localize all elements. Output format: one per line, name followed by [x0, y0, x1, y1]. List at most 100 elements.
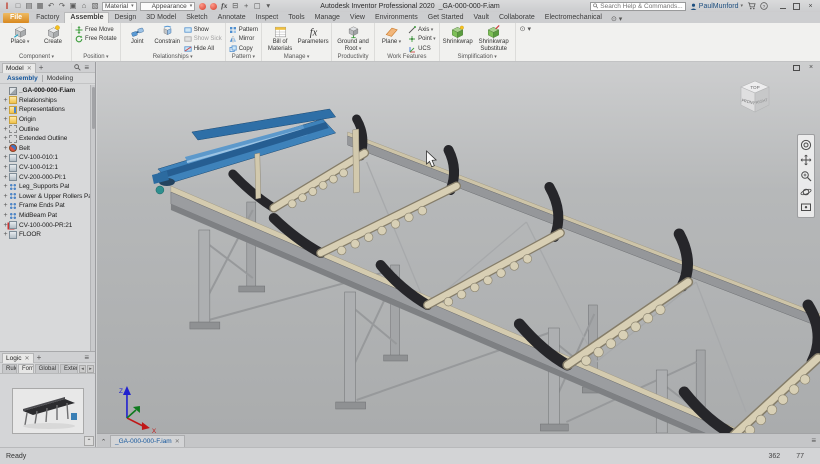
view-tab-modeling[interactable]: Modeling — [41, 74, 77, 82]
add-command-icon[interactable]: + — [242, 1, 250, 11]
browser-scrollbar[interactable] — [90, 85, 95, 351]
tree-item-cv-200-000-pi[interactable]: CV-200-000-PI:1 — [2, 172, 95, 182]
show-button[interactable]: Show — [184, 25, 222, 35]
tab-sketch[interactable]: Sketch — [181, 13, 212, 23]
undo-icon[interactable]: ↶ — [47, 1, 55, 11]
tree-item-cv-100-010[interactable]: CV-100-010:1 — [2, 153, 95, 163]
create-button[interactable]: Create — [38, 24, 68, 46]
ucs-button[interactable]: UCS — [408, 44, 436, 54]
group-label-simplification[interactable]: Simplification — [443, 54, 512, 61]
place-button[interactable]: Place — [5, 24, 35, 46]
expand-icon[interactable] — [2, 106, 9, 113]
expand-icon[interactable] — [2, 193, 9, 200]
expand-icon[interactable] — [2, 126, 9, 133]
tree-root-assembly[interactable]: _GA-000-000-F.iam — [2, 86, 95, 96]
tab-get-started[interactable]: Get Started — [423, 13, 469, 23]
form-thumbnail[interactable] — [11, 387, 84, 434]
expand-icon[interactable] — [2, 183, 9, 190]
tab-environments[interactable]: Environments — [370, 13, 423, 23]
doc-restore-icon[interactable] — [791, 63, 801, 72]
doctab-menu-icon[interactable]: ≡ — [811, 436, 820, 447]
pan-icon[interactable] — [800, 154, 812, 166]
document-tab-active[interactable]: _GA-000-000-F.iam ✕ — [110, 435, 185, 447]
tab-file[interactable]: File — [3, 13, 30, 23]
ground-and-root-button[interactable]: Ground and Root — [335, 24, 371, 52]
material-dropdown[interactable]: Material ▾ — [102, 1, 137, 11]
tab-forms[interactable]: Forms — [17, 364, 34, 373]
tab-inspect[interactable]: Inspect — [251, 13, 284, 23]
view-cube[interactable]: TOP FRONT RIGHT — [732, 76, 778, 120]
adjust-appearance-icon[interactable] — [209, 1, 217, 11]
show-sick-button[interactable]: Show Sick — [184, 35, 222, 45]
close-panel-icon[interactable]: ✕ — [27, 65, 32, 72]
browser-search-icon[interactable] — [74, 63, 81, 71]
navigation-wheel-icon[interactable] — [800, 139, 812, 151]
viewport-canvas[interactable]: Z X × TOP FRONT RIGHT — [97, 62, 820, 433]
collapse-panel-icon[interactable]: ⌃ — [84, 436, 94, 446]
home-view-icon[interactable]: ⌂ — [80, 1, 88, 11]
expand-icon[interactable] — [2, 164, 9, 171]
parameters-button[interactable]: fx Parameters — [298, 24, 329, 46]
render-icon[interactable]: ▣ — [69, 1, 77, 11]
tab-tools[interactable]: Tools — [283, 13, 309, 23]
tab-external[interactable]: External — [60, 364, 78, 373]
tree-item-midbeam-pat[interactable]: MidBeam Pat — [2, 211, 95, 221]
tab-rules[interactable]: Rules — [2, 364, 17, 373]
expand-icon[interactable] — [2, 135, 9, 142]
model-panel-tab[interactable]: Model ✕ — [2, 62, 36, 73]
expand-icon[interactable] — [2, 212, 9, 219]
tab-vault[interactable]: Vault — [469, 13, 494, 23]
search-input[interactable] — [600, 2, 683, 10]
minimize-button[interactable] — [776, 1, 789, 11]
doc-close-icon[interactable]: × — [806, 63, 816, 72]
save-icon[interactable]: ▦ — [36, 1, 44, 11]
logic-menu-icon[interactable]: ≡ — [84, 353, 89, 361]
expand-icon[interactable] — [2, 222, 9, 229]
group-label-pattern[interactable]: Pattern — [229, 54, 258, 61]
help-icon[interactable]: ? — [760, 2, 768, 10]
belt-head-section-highlighted[interactable] — [151, 108, 360, 200]
appearance-dropdown[interactable]: Appearance ▾ — [139, 1, 196, 11]
close-panel-icon[interactable]: ✕ — [25, 355, 30, 362]
add-panel-icon[interactable]: + — [37, 353, 42, 362]
tab-factory[interactable]: Factory — [31, 13, 64, 23]
hide-all-button[interactable]: Hide All — [184, 44, 222, 54]
constrain-button[interactable]: Constrain — [154, 24, 181, 46]
tree-item-floor[interactable]: FLOOR — [2, 230, 95, 240]
tree-item-extended-outline[interactable]: Extended Outline — [2, 134, 95, 144]
free-move-button[interactable]: Free Move — [75, 25, 117, 35]
tree-item-frame-ends-pat[interactable]: Frame Ends Pat — [2, 201, 95, 211]
tab-electromechanical[interactable]: Electromechanical — [540, 13, 607, 23]
open-file-icon[interactable]: ▤ — [25, 1, 33, 11]
expand-icon[interactable] — [2, 145, 9, 152]
expand-icon[interactable] — [2, 97, 9, 104]
tree-item-cv-100-000-pr[interactable]: CV-100-000-PR:21 — [2, 220, 95, 230]
new-file-icon[interactable]: □ — [14, 1, 22, 11]
pattern-button[interactable]: Pattern — [229, 25, 258, 35]
expand-icon[interactable] — [2, 116, 9, 123]
copy-button[interactable]: Copy — [229, 44, 258, 54]
screen-icon[interactable]: ▢ — [253, 1, 261, 11]
expand-icon[interactable] — [2, 154, 9, 161]
tree-item-relationships[interactable]: Relationships — [2, 96, 95, 106]
restore-button[interactable] — [790, 1, 803, 11]
tab-annotate[interactable]: Annotate — [213, 13, 251, 23]
store-cart-icon[interactable] — [747, 2, 756, 10]
tab-assemble[interactable]: Assemble — [64, 12, 110, 23]
3d-model-conveyor[interactable]: Z X — [97, 62, 820, 433]
view-tab-assembly[interactable]: Assembly — [3, 75, 42, 82]
measure-icon[interactable]: ⊟ — [231, 1, 239, 11]
qat-customize-icon[interactable]: ▾ — [264, 1, 272, 11]
close-button[interactable]: × — [804, 1, 817, 11]
tab-manage[interactable]: Manage — [310, 13, 345, 23]
group-label-position[interactable]: Position — [75, 54, 117, 61]
look-at-icon[interactable] — [800, 201, 812, 213]
free-rotate-button[interactable]: Free Rotate — [75, 35, 117, 45]
browser-menu-icon[interactable]: ≡ — [84, 63, 89, 71]
tree-item-belt[interactable]: Belt — [2, 144, 95, 154]
joint-button[interactable]: Joint — [124, 24, 151, 46]
tab-view[interactable]: View — [345, 13, 370, 23]
group-label-productivity[interactable]: Productivity — [335, 54, 371, 61]
tree-item-representations[interactable]: Representations — [2, 105, 95, 115]
tab-design[interactable]: Design — [109, 13, 141, 23]
